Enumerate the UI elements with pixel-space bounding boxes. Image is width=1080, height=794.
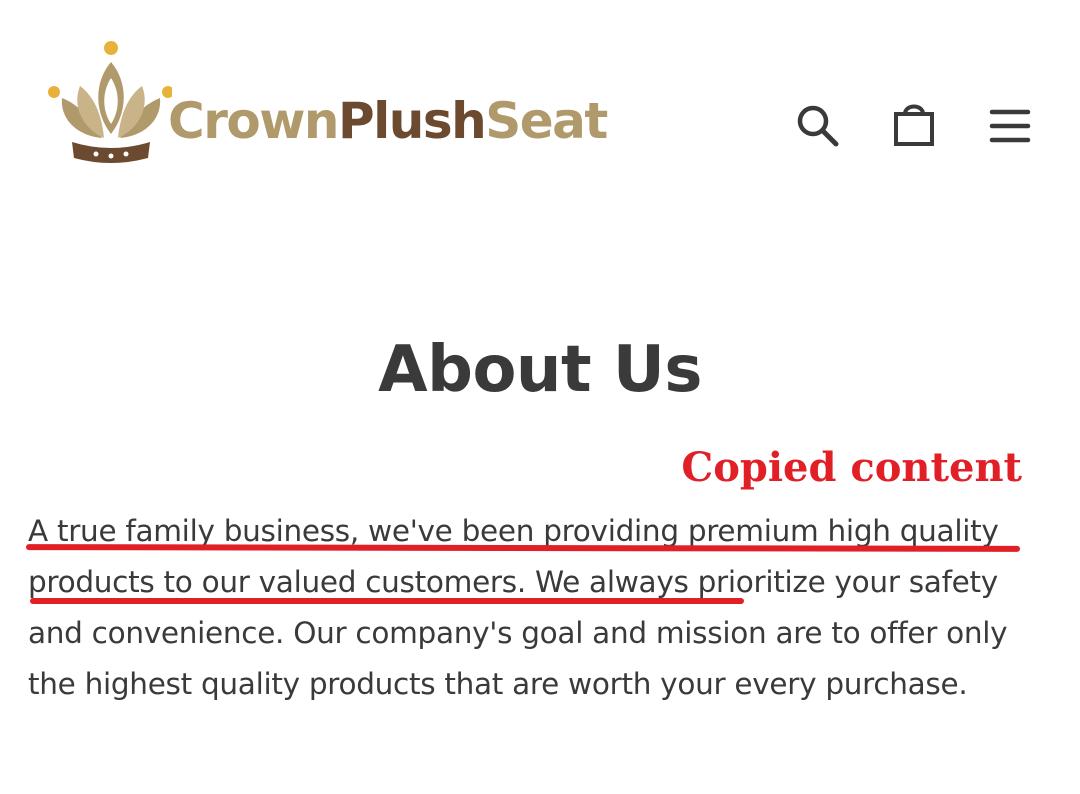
hamburger-menu-icon[interactable] bbox=[984, 100, 1036, 152]
search-icon[interactable] bbox=[792, 100, 844, 152]
site-header: CrownPlushSeat bbox=[0, 0, 1080, 200]
logo-word-crown: Crown bbox=[168, 92, 340, 150]
annotation-underline-line-2 bbox=[30, 598, 744, 604]
logo-word-seat: Seat bbox=[485, 92, 608, 150]
about-paragraph: A true family business, we've been provi… bbox=[28, 514, 1008, 701]
crown-logo-icon bbox=[48, 41, 172, 163]
copied-content-annotation: Copied content bbox=[681, 444, 1022, 491]
site-logo[interactable]: CrownPlushSeat bbox=[42, 34, 608, 174]
logo-word-plush: Plush bbox=[338, 92, 487, 150]
shopping-bag-icon[interactable] bbox=[888, 100, 940, 152]
page-title: About Us bbox=[378, 333, 702, 407]
logo-wordmark: CrownPlushSeat bbox=[168, 96, 608, 146]
